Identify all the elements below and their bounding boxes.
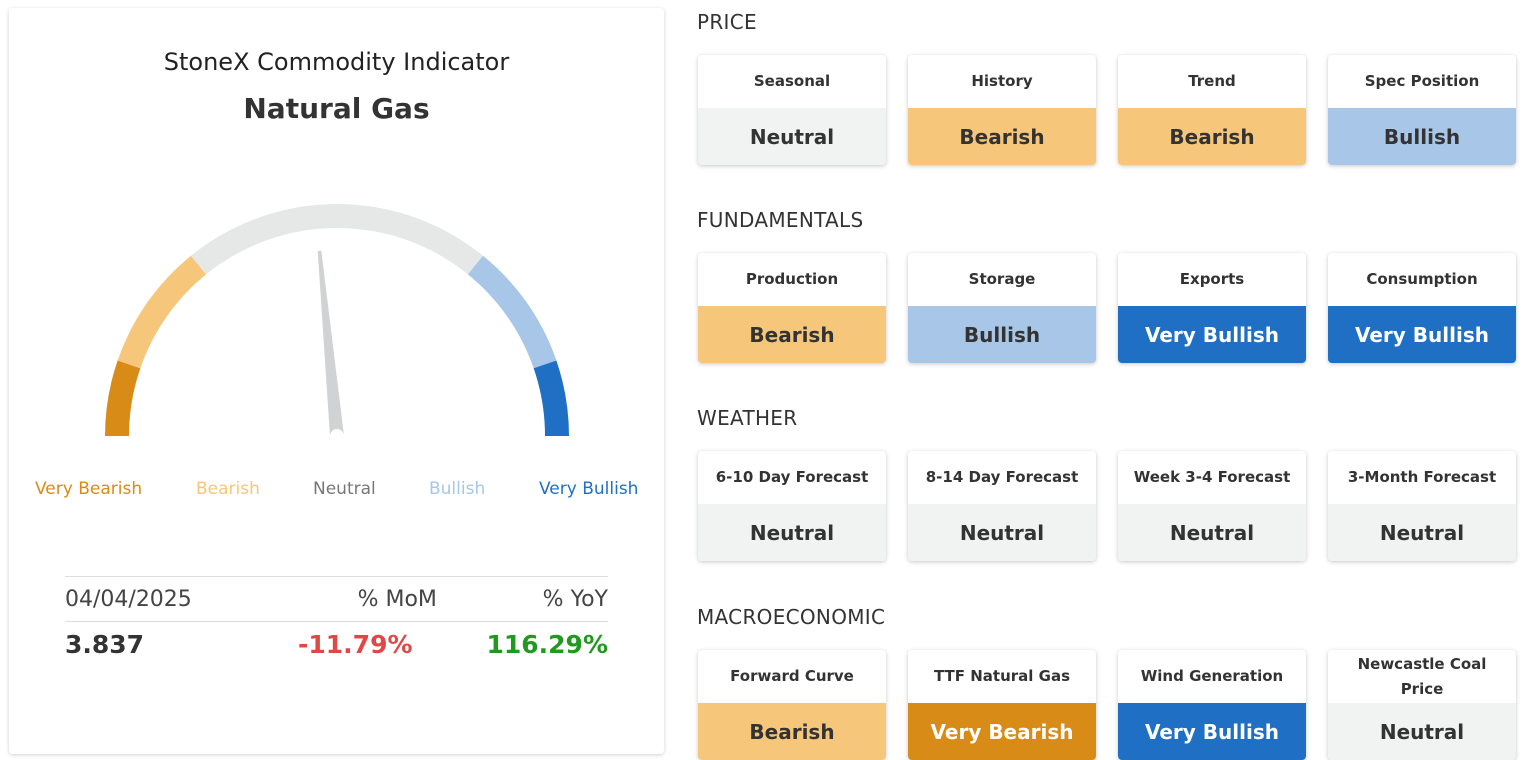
- gauge-segment-very-bearish: [105, 360, 141, 437]
- tile-value: Very Bullish: [1118, 306, 1306, 363]
- tile-value: Neutral: [908, 504, 1096, 561]
- stats-mom-header: % MoM: [357, 586, 437, 612]
- tile-value: Bullish: [908, 306, 1096, 363]
- tile-label: Production: [745, 270, 839, 288]
- stats-yoy-header: % YoY: [542, 586, 608, 612]
- tile-value: Neutral: [698, 108, 886, 165]
- tile-label: Seasonal: [753, 72, 831, 90]
- tile-label: Storage: [968, 270, 1036, 288]
- tile-value: Neutral: [698, 504, 886, 561]
- tile-label: Week 3-4 Forecast: [1133, 468, 1291, 486]
- tile-trend[interactable]: Trend Bearish: [1118, 55, 1306, 165]
- tile-6-10-day-forecast[interactable]: 6-10 Day Forecast Neutral: [698, 451, 886, 561]
- tile-label: Wind Generation: [1140, 667, 1284, 685]
- stats-value-row: 3.837 -11.79% 116.29%: [65, 622, 608, 666]
- tile-value: Neutral: [1328, 703, 1516, 760]
- indicator-card: StoneX Commodity Indicator Natural Gas V…: [9, 8, 664, 754]
- tile-value: Bearish: [698, 703, 886, 760]
- tile-label: Trend: [1188, 72, 1236, 90]
- gauge-segment-bearish: [117, 255, 207, 369]
- tile-forward-curve[interactable]: Forward Curve Bearish: [698, 650, 886, 760]
- tile-label: Exports: [1179, 270, 1245, 288]
- tile-value: Bearish: [1118, 108, 1306, 165]
- tile-wind-generation[interactable]: Wind Generation Very Bullish: [1118, 650, 1306, 760]
- tile-storage[interactable]: Storage Bullish: [908, 253, 1096, 363]
- tile-3-month-forecast[interactable]: 3-Month Forecast Neutral: [1328, 451, 1516, 561]
- gauge-label-bullish: Bullish: [429, 479, 486, 499]
- tile-history[interactable]: History Bearish: [908, 55, 1096, 165]
- tile-newcastle-coal-price[interactable]: Newcastle Coal Price Neutral: [1328, 650, 1516, 760]
- tile-label: TTF Natural Gas: [933, 667, 1071, 685]
- section-title-macroeconomic: MACROECONOMIC: [697, 605, 886, 629]
- tile-label: 3-Month Forecast: [1347, 468, 1497, 486]
- tile-label: 6-10 Day Forecast: [715, 468, 869, 486]
- price-stats: 04/04/2025 % MoM % YoY 3.837 -11.79% 116…: [65, 576, 608, 666]
- tile-ttf-natural-gas[interactable]: TTF Natural Gas Very Bearish: [908, 650, 1096, 760]
- stats-date: 04/04/2025: [65, 586, 192, 612]
- tile-label: Consumption: [1366, 270, 1478, 288]
- tile-value: Very Bearish: [908, 703, 1096, 760]
- tile-production[interactable]: Production Bearish: [698, 253, 886, 363]
- gauge-needle: [317, 250, 344, 437]
- tile-week-3-4-forecast[interactable]: Week 3-4 Forecast Neutral: [1118, 451, 1306, 561]
- tile-label: Newcastle Coal Price: [1357, 654, 1487, 698]
- tile-seasonal[interactable]: Seasonal Neutral: [698, 55, 886, 165]
- gauge-segment-very-bullish: [533, 360, 569, 437]
- tile-label: 8-14 Day Forecast: [925, 468, 1079, 486]
- tile-value: Bullish: [1328, 108, 1516, 165]
- tile-value: Bearish: [908, 108, 1096, 165]
- tile-exports[interactable]: Exports Very Bullish: [1118, 253, 1306, 363]
- gauge-segment-bullish: [467, 255, 557, 369]
- gauge-label-bearish: Bearish: [196, 479, 260, 499]
- section-title-price: PRICE: [697, 10, 757, 34]
- tile-value: Very Bullish: [1118, 703, 1306, 760]
- tile-label: Spec Position: [1364, 72, 1480, 90]
- tile-consumption[interactable]: Consumption Very Bullish: [1328, 253, 1516, 363]
- stats-yoy-value: 116.29%: [486, 629, 608, 659]
- gauge-label-very-bearish: Very Bearish: [35, 479, 143, 499]
- stats-mom-value: -11.79%: [298, 629, 413, 659]
- tile-label: History: [971, 72, 1033, 90]
- tile-spec-position[interactable]: Spec Position Bullish: [1328, 55, 1516, 165]
- tile-value: Neutral: [1118, 504, 1306, 561]
- gauge-label-neutral: Neutral: [313, 479, 376, 499]
- tile-label: Forward Curve: [730, 667, 854, 685]
- tile-8-14-day-forecast[interactable]: 8-14 Day Forecast Neutral: [908, 451, 1096, 561]
- section-title-weather: WEATHER: [697, 406, 798, 430]
- tile-value: Bearish: [698, 306, 886, 363]
- gauge-label-very-bullish: Very Bullish: [539, 479, 639, 499]
- sentiment-gauge: [105, 204, 569, 437]
- gauge-segment-neutral: [191, 204, 483, 275]
- stats-price: 3.837: [65, 629, 145, 659]
- stats-header-row: 04/04/2025 % MoM % YoY: [65, 576, 608, 622]
- section-title-fundamentals: FUNDAMENTALS: [697, 208, 864, 232]
- tile-value: Neutral: [1328, 504, 1516, 561]
- tile-value: Very Bullish: [1328, 306, 1516, 363]
